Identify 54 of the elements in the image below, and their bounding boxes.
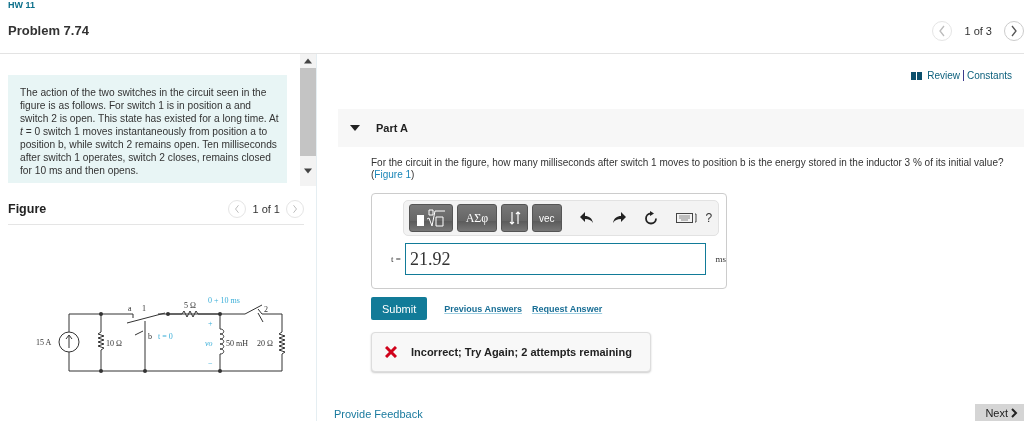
review-link[interactable]: Review xyxy=(927,70,960,81)
next-button[interactable]: Next xyxy=(975,404,1024,421)
circuit-label: 0 + 10 ms xyxy=(208,296,240,305)
symbols-button[interactable]: ΑΣφ xyxy=(457,204,497,232)
chevron-left-icon xyxy=(234,204,241,214)
feedback-message: Incorrect; Try Again; 2 attempts remaining xyxy=(411,346,632,358)
question-text: For the circuit in the figure, how many milliseconds after switch 1 moves to position b is the energy stored in the inductor 3 % of its initial value?(Figure 1) xyxy=(371,157,1005,181)
template-button[interactable] xyxy=(409,204,453,232)
radical-icon xyxy=(416,209,446,227)
circuit-label: 15 A xyxy=(36,338,52,347)
submit-button[interactable]: Submit xyxy=(371,297,428,320)
constants-link[interactable]: Constants xyxy=(966,70,1012,81)
circuit-label: 10 Ω xyxy=(106,339,122,348)
circuit-label: + xyxy=(208,319,213,328)
arrows-button[interactable] xyxy=(501,204,528,232)
chevron-left-icon xyxy=(938,25,947,37)
page-counter: 1 of 3 xyxy=(964,25,992,37)
circuit-label: 2 xyxy=(264,305,268,314)
answer-field[interactable]: 21.92 xyxy=(404,243,707,275)
book-icon xyxy=(911,71,923,80)
part-title: Part A xyxy=(376,122,408,134)
previous-answers-link[interactable]: Previous Answers xyxy=(444,303,522,314)
arrows-icon xyxy=(508,211,521,225)
circuit-label: vo xyxy=(205,339,213,348)
circuit-label: t = 0 xyxy=(158,332,173,341)
reset-icon[interactable] xyxy=(643,211,658,225)
next-button[interactable] xyxy=(1004,21,1024,41)
chevron-right-icon xyxy=(1010,25,1018,37)
circuit-label: b xyxy=(148,332,152,341)
circuit-label: 20 Ω xyxy=(257,339,273,348)
chevron-right-icon xyxy=(292,204,298,214)
unit-label: ms xyxy=(715,254,726,264)
variable-label: t = xyxy=(390,254,401,264)
redo-icon[interactable] xyxy=(611,212,626,224)
circuit-label: a xyxy=(128,304,132,313)
figure-heading: Figure xyxy=(8,202,47,216)
part-header[interactable]: Part A xyxy=(338,109,1024,147)
undo-icon[interactable] xyxy=(579,212,594,224)
scrollbar[interactable] xyxy=(300,54,316,186)
chevron-icon xyxy=(1011,407,1018,418)
circuit-label: 1 xyxy=(142,304,146,313)
figure-counter: 1 of 1 xyxy=(252,203,280,215)
circuit-label: − xyxy=(208,359,213,368)
provide-feedback-link[interactable]: Provide Feedback xyxy=(334,408,423,420)
cross-icon xyxy=(385,346,397,358)
circuit-label: 5 Ω xyxy=(184,301,196,310)
help-button[interactable]: ? xyxy=(705,211,713,225)
breadcrumb-link[interactable]: HW 11 xyxy=(8,0,89,10)
problem-text: The action of the two switches in the circuit seen in the figure is as follows. For switch 1 is in position a and switch 2 is open. This state has existed for a long time. At t = 0 switch 1 moves instantaneously from position a to position b, while switch 2 remains open. Ten milliseconds after switch 1 operates, switch 2 closes, remains closed for 10 ms and then opens. xyxy=(8,75,287,183)
circuit-label: 50 mH xyxy=(226,339,248,348)
problem-title: Problem 7.74 xyxy=(8,23,89,38)
keyboard-icon[interactable] xyxy=(675,213,698,223)
vector-button[interactable]: vec xyxy=(532,204,562,232)
request-answer-link[interactable]: Request Answer xyxy=(531,303,603,314)
